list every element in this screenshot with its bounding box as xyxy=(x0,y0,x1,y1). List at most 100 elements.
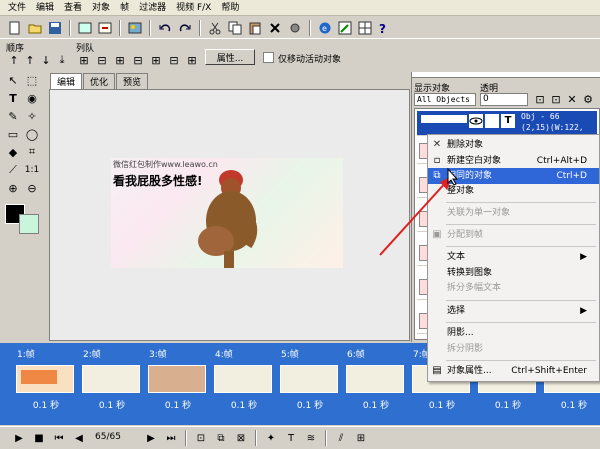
fill-icon[interactable]: ◆ xyxy=(5,144,21,160)
settings-icon[interactable] xyxy=(286,19,304,37)
frame-delay[interactable]: 0.1 秒 xyxy=(211,398,277,411)
align-top-icon[interactable]: ⊟ xyxy=(130,52,146,68)
frame-delay[interactable]: 0.1 秒 xyxy=(145,398,211,411)
redo-icon[interactable] xyxy=(176,19,194,37)
frame-cell[interactable]: 5:帧 0.1 秒 xyxy=(277,343,343,425)
ctx-link-single-object[interactable]: 关联为单一对象 xyxy=(428,205,599,221)
new-file-icon[interactable] xyxy=(6,19,24,37)
ctx-text-submenu[interactable]: 文本 ▶ xyxy=(428,249,599,265)
copy-icon[interactable] xyxy=(226,19,244,37)
ellipse-icon[interactable]: ◯ xyxy=(24,126,40,142)
menu-frame[interactable]: 帧 xyxy=(116,0,135,16)
pencil-icon[interactable]: ✎ xyxy=(5,108,21,124)
open-folder-icon[interactable] xyxy=(26,19,44,37)
help-icon[interactable]: ? xyxy=(376,19,394,37)
menu-filter[interactable]: 过滤器 xyxy=(135,0,172,16)
background-color-swatch[interactable] xyxy=(19,214,39,234)
frame-cell[interactable]: 6:帧 0.1 秒 xyxy=(343,343,409,425)
move-top-icon[interactable]: ↑ xyxy=(6,52,22,68)
menu-edit[interactable]: 编辑 xyxy=(32,0,60,16)
menu-file[interactable]: 文件 xyxy=(4,0,32,16)
ctx-delete-object[interactable]: ✕ 删除对象 xyxy=(428,137,599,153)
image-icon[interactable] xyxy=(126,19,144,37)
ctx-select-submenu[interactable]: 选择 ▶ xyxy=(428,303,599,319)
properties-button[interactable]: 属性... xyxy=(205,49,255,65)
ctx-object-properties[interactable]: ▤ 对象属性... Ctrl+Shift+Enter xyxy=(428,363,599,379)
text-tool-icon[interactable]: T xyxy=(5,90,21,106)
ctx-convert-to-image[interactable]: 转换到图象 xyxy=(428,265,599,281)
eyedropper-icon[interactable]: ⟋ xyxy=(5,162,21,178)
ctx-split-text[interactable]: 拆分多幅文本 xyxy=(428,280,599,296)
frame-delay[interactable]: 0.1 秒 xyxy=(277,398,343,411)
rotate-icon[interactable]: ◉ xyxy=(24,90,40,106)
frame-cell[interactable]: 3:帧 0.1 秒 xyxy=(145,343,211,425)
zoom-out-icon[interactable]: ⊖ xyxy=(24,180,40,196)
move-down-icon[interactable]: ↓ xyxy=(38,52,54,68)
tab-edit[interactable]: 编辑 xyxy=(50,73,83,89)
paste-icon[interactable] xyxy=(246,19,264,37)
frame-cell[interactable]: 1:帧 0.1 秒 xyxy=(13,343,79,425)
layer-down-icon[interactable]: ⊡ xyxy=(548,91,564,107)
align-right-icon[interactable]: ⊞ xyxy=(112,52,128,68)
object-row-selected[interactable]: T Obj - 66 (2,15)(W:122, xyxy=(417,111,597,136)
menu-object[interactable]: 对象 xyxy=(88,0,116,16)
frame-delay[interactable]: 0.1 秒 xyxy=(343,398,409,411)
next-frame-icon[interactable]: ▶ xyxy=(142,429,160,447)
move-bottom-icon[interactable]: ⤓ xyxy=(54,52,70,68)
ctx-split-shadow[interactable]: 拆分阴影 xyxy=(428,341,599,357)
object-settings-icon[interactable]: ⚙ xyxy=(580,91,596,107)
crop-tool-icon[interactable]: ⌗ xyxy=(24,144,40,160)
stop-icon[interactable]: ■ xyxy=(30,429,48,447)
ctx-shadow[interactable]: 阴影... xyxy=(428,325,599,341)
tab-optimize[interactable]: 优化 xyxy=(83,73,116,89)
visible-eye-icon[interactable] xyxy=(469,114,483,128)
cut-icon[interactable] xyxy=(206,19,224,37)
frame-delay[interactable]: 0.1 秒 xyxy=(541,398,600,411)
export-icon[interactable] xyxy=(96,19,114,37)
zoom-in-icon[interactable]: ⊕ xyxy=(5,180,21,196)
delete-icon[interactable] xyxy=(266,19,284,37)
animation-image[interactable]: 微信红包制作www.leawo.cn 看我屁股多性感! xyxy=(111,158,343,268)
preview-icon[interactable]: ⊞ xyxy=(352,429,370,447)
pointer-icon[interactable]: ↖ xyxy=(5,72,21,88)
align-left-icon[interactable]: ⊞ xyxy=(76,52,92,68)
tween-icon[interactable]: ✦ xyxy=(262,429,280,447)
wizard-icon[interactable] xyxy=(336,19,354,37)
menu-view[interactable]: 查看 xyxy=(60,0,88,16)
transparency-input[interactable]: 0 xyxy=(480,93,528,106)
undo-icon[interactable] xyxy=(156,19,174,37)
lock-box-icon[interactable] xyxy=(485,114,499,128)
align-middle-icon[interactable]: ⊞ xyxy=(148,52,164,68)
play-icon[interactable]: ▶ xyxy=(10,429,28,447)
browser-icon[interactable]: e xyxy=(316,19,334,37)
actual-size-icon[interactable]: 1:1 xyxy=(24,162,40,178)
add-frame-icon[interactable]: ⊡ xyxy=(192,429,210,447)
frame-delay[interactable]: 0.1 秒 xyxy=(13,398,79,411)
show-objects-select[interactable]: All Objects xyxy=(414,93,476,106)
crop-icon[interactable]: ⬚ xyxy=(24,72,40,88)
prev-frame-icon[interactable]: ◀ xyxy=(70,429,88,447)
menu-video-fx[interactable]: 视频 F/X xyxy=(172,0,217,16)
first-frame-icon[interactable]: ⏮ xyxy=(50,429,68,447)
delete-object-icon[interactable]: ✕ xyxy=(564,91,580,107)
delete-frame-icon[interactable]: ⊠ xyxy=(232,429,250,447)
grid-icon[interactable] xyxy=(356,19,374,37)
ctx-new-blank-object[interactable]: ▫ 新建空白对象 Ctrl+Alt+D xyxy=(428,153,599,169)
frame-cell[interactable]: 4:帧 0.1 秒 xyxy=(211,343,277,425)
distribute-icon[interactable]: ⊞ xyxy=(184,52,200,68)
lasso-icon[interactable]: ✧ xyxy=(24,108,40,124)
frame-delay[interactable]: 0.1 秒 xyxy=(475,398,541,411)
last-frame-icon[interactable]: ⏭ xyxy=(162,429,180,447)
layer-up-icon[interactable]: ⊡ xyxy=(532,91,548,107)
menu-help[interactable]: 帮助 xyxy=(217,0,245,16)
import-icon[interactable] xyxy=(76,19,94,37)
eraser-icon[interactable]: ▭ xyxy=(5,126,21,142)
move-active-checkbox[interactable] xyxy=(263,52,274,63)
move-up-icon[interactable]: ↑ xyxy=(22,52,38,68)
banner-icon[interactable]: ≋ xyxy=(302,429,320,447)
frame-delay[interactable]: 0.1 秒 xyxy=(409,398,475,411)
align-center-icon[interactable]: ⊟ xyxy=(94,52,110,68)
duplicate-frame-icon[interactable]: ⧉ xyxy=(212,429,230,447)
frame-cell[interactable]: 2:帧 0.1 秒 xyxy=(79,343,145,425)
frame-delay[interactable]: 0.1 秒 xyxy=(79,398,145,411)
